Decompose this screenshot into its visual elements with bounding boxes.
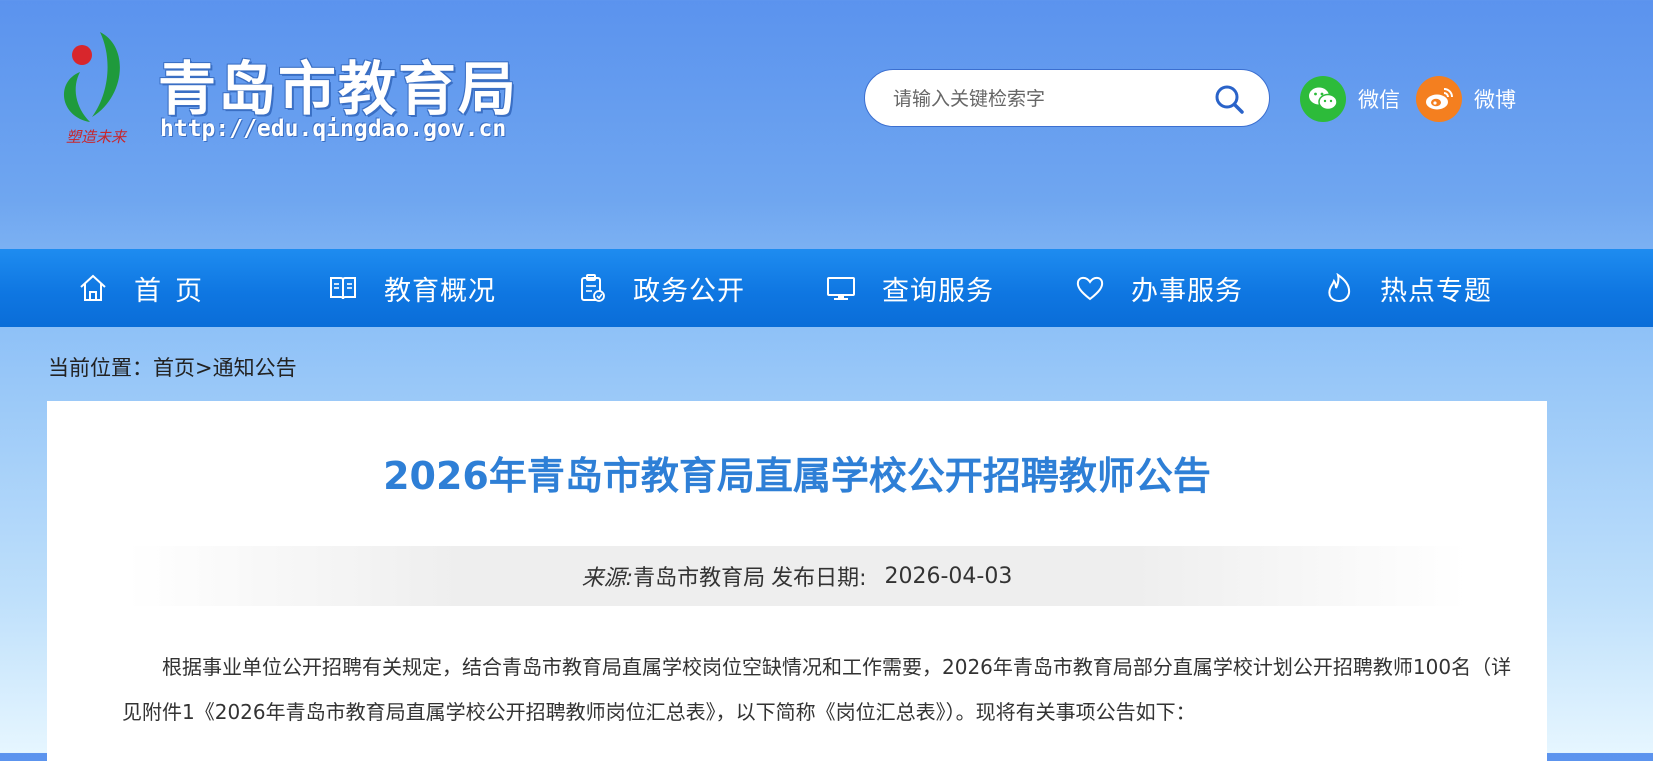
nav-item-home[interactable]: 首页: [78, 249, 216, 327]
breadcrumb: 当前位置：首页>通知公告: [48, 352, 297, 382]
date-value: 2026-04-03: [884, 563, 1013, 589]
nav-label-home: 首页: [134, 275, 216, 307]
weibo-label: 微博: [1474, 88, 1516, 112]
nav-label-education-overview: 教育概况: [384, 275, 496, 307]
flame-icon: [1328, 273, 1351, 303]
site-title[interactable]: 青岛市教育局: [158, 42, 518, 126]
weibo-link[interactable]: 微博: [1416, 76, 1516, 122]
site-url: http://edu.qingdao.gov.cn: [160, 116, 507, 142]
nav-label-affairs-service: 办事服务: [1131, 275, 1243, 307]
clipboard-icon: [581, 274, 605, 302]
article-title: 2026年青岛市教育局直属学校公开招聘教师公告: [383, 454, 1211, 498]
nav-item-query-service[interactable]: 查询服务: [826, 249, 994, 327]
search-box: [864, 69, 1270, 127]
source-value: 青岛市教育局: [633, 566, 766, 591]
breadcrumb-home-link[interactable]: 首页: [153, 356, 195, 380]
book-icon: [330, 277, 356, 300]
breadcrumb-prefix: 当前位置：: [48, 356, 153, 380]
main-nav: 首页 教育概况 政务公开 查询服务 办事服务 热点专题: [0, 249, 1653, 327]
breadcrumb-current-link[interactable]: 通知公告: [213, 356, 297, 380]
wechat-label: 微信: [1358, 88, 1400, 112]
header: 塑造未来 青岛市教育局 http://edu.qingdao.gov.cn 微信: [0, 0, 1653, 249]
logo-slogan: 塑造未来: [66, 128, 128, 146]
nav-item-education-overview[interactable]: 教育概况: [328, 249, 496, 327]
article-paragraph: 根据事业单位公开招聘有关规定，结合青岛市教育局直属学校岗位空缺情况和工作需要，2…: [122, 655, 1512, 724]
search-icon[interactable]: [1213, 83, 1245, 115]
logo[interactable]: 塑造未来: [50, 22, 142, 152]
nav-label-hot-topics: 热点专题: [1380, 275, 1492, 307]
monitor-icon: [827, 277, 855, 300]
search-input[interactable]: [891, 84, 1195, 114]
article-panel: 2026年青岛市教育局直属学校公开招聘教师公告 来源: 青岛市教育局 发布日期:…: [47, 401, 1547, 761]
nav-label-query-service: 查询服务: [882, 275, 994, 307]
wechat-icon: [1300, 76, 1346, 122]
weibo-icon: [1416, 76, 1462, 122]
source-label: 来源:: [581, 566, 634, 591]
home-icon: [80, 274, 106, 301]
nav-label-government-affairs: 政务公开: [633, 275, 745, 307]
nav-item-affairs-service[interactable]: 办事服务: [1075, 249, 1243, 327]
wechat-link[interactable]: 微信: [1300, 76, 1400, 122]
date-label: 发布日期:: [771, 566, 867, 591]
heart-icon: [1076, 276, 1104, 301]
breadcrumb-separator: >: [195, 356, 213, 380]
nav-item-government-affairs[interactable]: 政务公开: [577, 249, 745, 327]
nav-item-hot-topics[interactable]: 热点专题: [1324, 249, 1492, 327]
article-meta: 来源: 青岛市教育局 发布日期: 2026-04-03: [127, 546, 1467, 606]
